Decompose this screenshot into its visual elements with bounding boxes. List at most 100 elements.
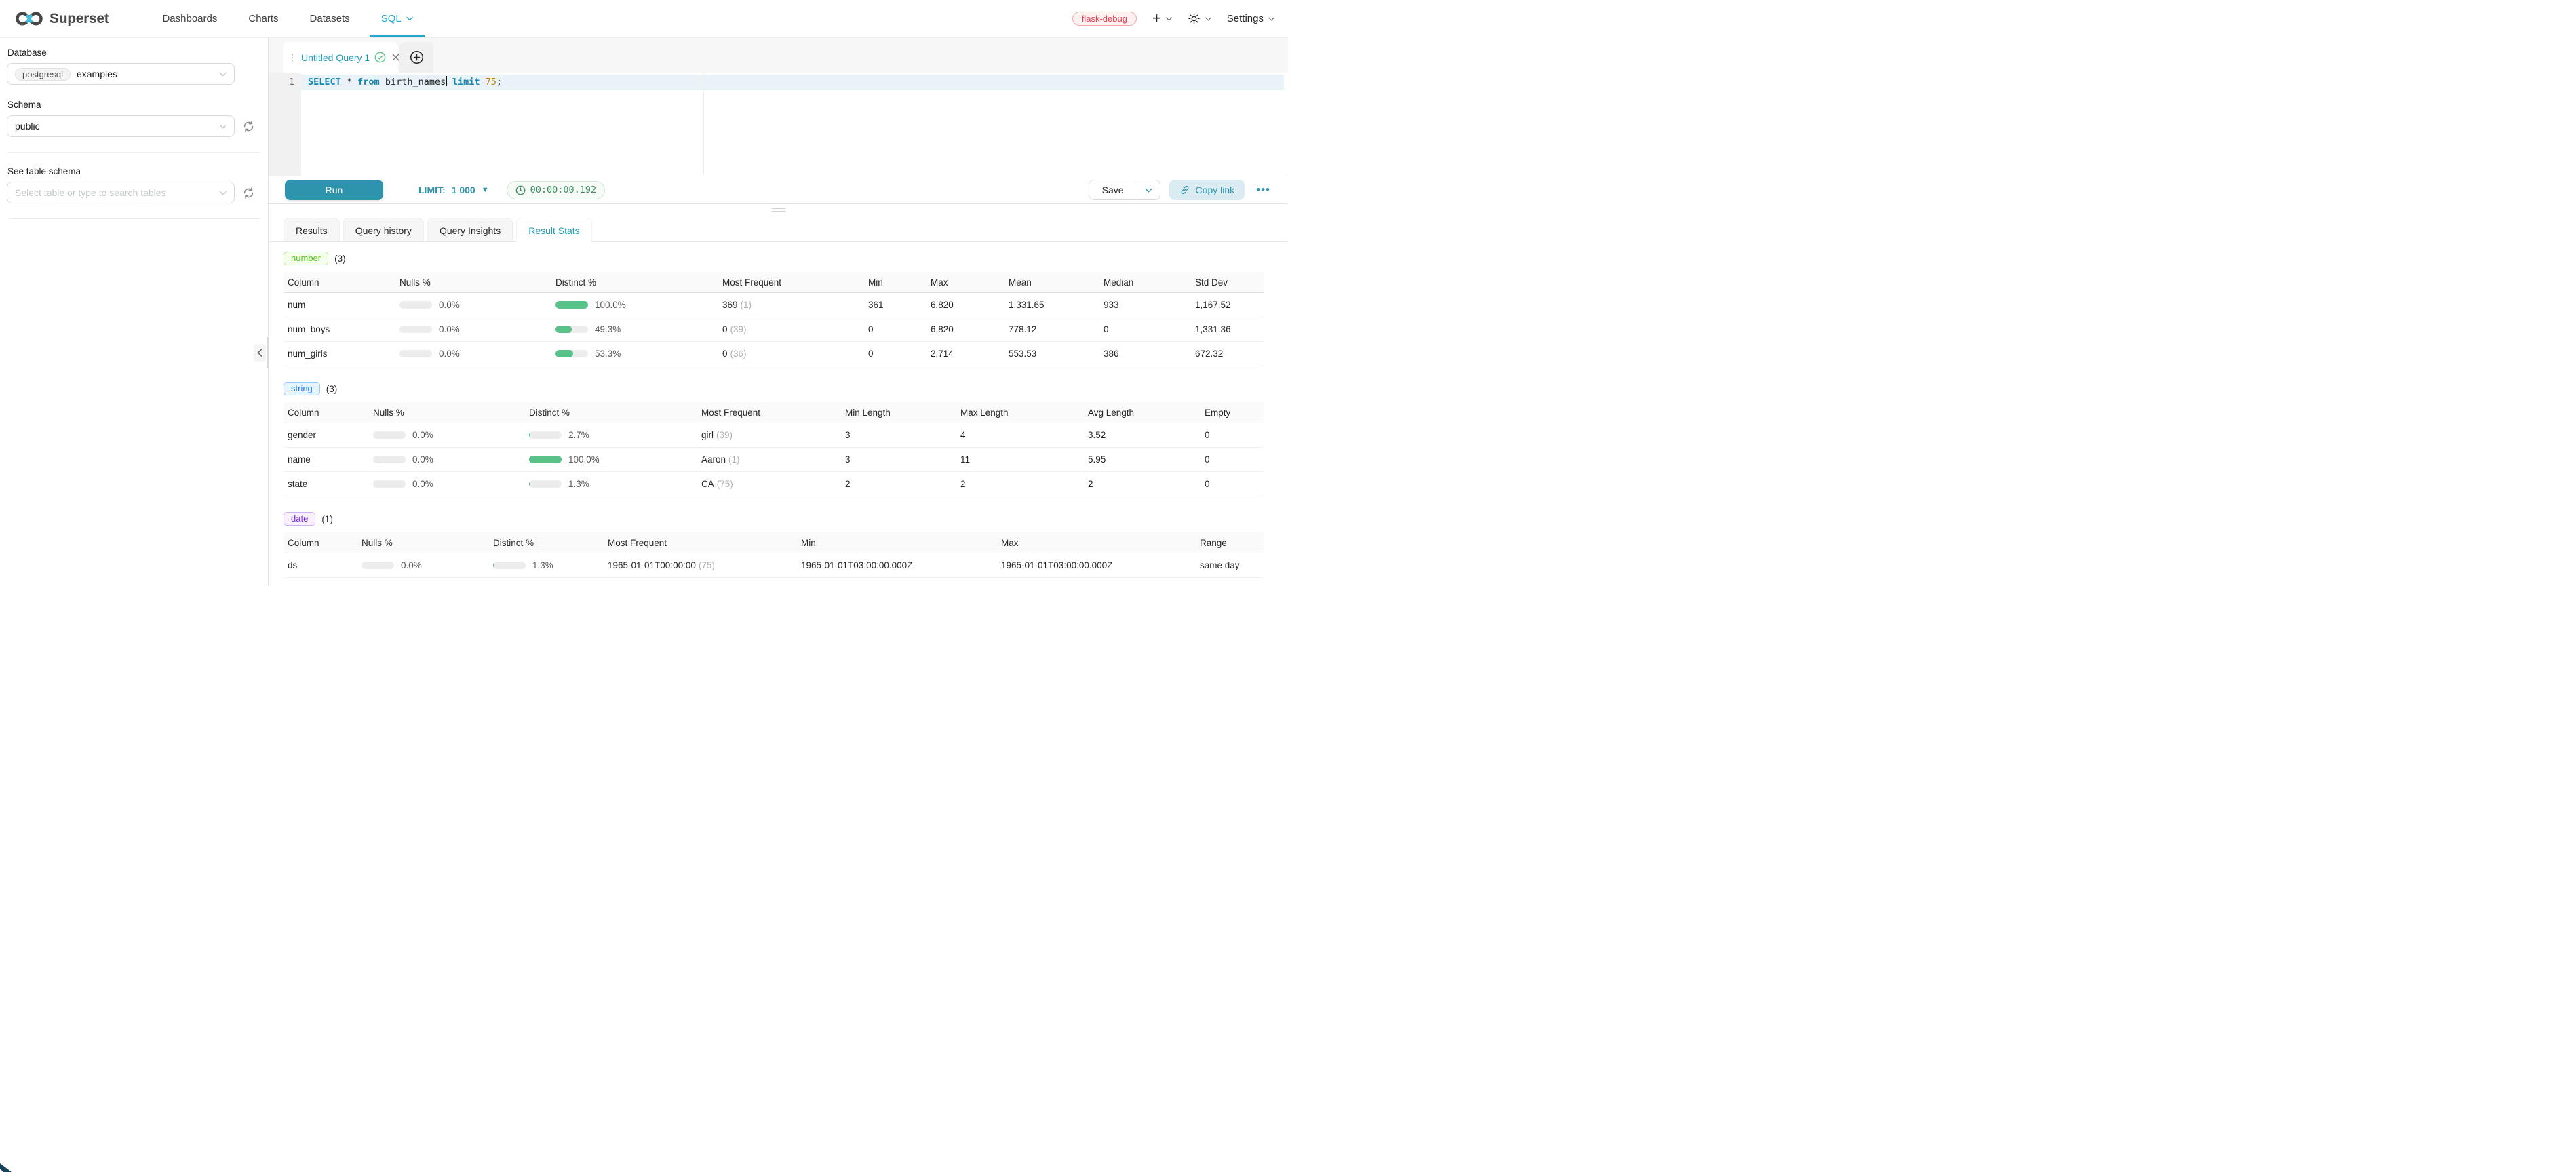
date-stats-table: Column Nulls % Distinct % Most Frequent … <box>284 532 1264 578</box>
grip-line <box>771 211 785 212</box>
save-options-caret[interactable] <box>1137 180 1160 199</box>
table-select-placeholder: Select table or type to search tables <box>15 187 166 198</box>
distinct-bar <box>493 562 526 569</box>
link-icon <box>1179 184 1190 195</box>
freq-count: (75) <box>699 560 715 570</box>
line-number: 1 <box>269 73 301 90</box>
table-select[interactable]: Select table or type to search tables <box>7 182 235 203</box>
copy-link-button[interactable]: Copy link <box>1169 180 1245 200</box>
number-stats-table: Column Nulls % Distinct % Most Frequent … <box>284 272 1264 366</box>
tab-result-stats[interactable]: Result Stats <box>516 218 591 242</box>
type-tag-string: string <box>284 382 320 395</box>
drag-handle-icon[interactable]: ⋮ <box>288 53 296 62</box>
freq-value: 369 <box>722 300 738 310</box>
sql-code-line[interactable]: SELECT * from birth_names limit 75; <box>308 75 502 90</box>
results-tabstrip: Results Query history Query Insights Res… <box>269 218 1288 242</box>
sidebar-divider <box>8 218 260 219</box>
query-success-icon <box>374 52 386 63</box>
sqllab-left-panel: Database postgresql examples Schema publ… <box>0 38 269 586</box>
table-header-row: Column Nulls % Distinct % Most Frequent … <box>284 532 1264 553</box>
refresh-tables-icon[interactable] <box>242 187 255 199</box>
theme-dropdown[interactable] <box>1188 12 1211 25</box>
refresh-schemas-icon[interactable] <box>242 120 255 133</box>
tab-query-insights[interactable]: Query Insights <box>427 218 513 242</box>
plus-icon: + <box>1152 11 1161 26</box>
brand-name: Superset <box>50 11 109 27</box>
pane-resize-handle[interactable] <box>269 204 1288 218</box>
settings-menu[interactable]: Settings <box>1227 13 1274 24</box>
schema-value: public <box>15 121 40 132</box>
table-header-row: Column Nulls % Distinct % Most Frequent … <box>284 402 1264 423</box>
editor-gutter: 1 <box>269 73 301 176</box>
type-count: (3) <box>326 384 338 394</box>
table-row: state 0.0% 1.3% CA(75) 2 2 2 0 <box>284 472 1264 496</box>
chevron-down-icon <box>406 16 413 21</box>
distinct-bar <box>529 480 562 488</box>
freq-count: (75) <box>717 479 733 489</box>
freq-value: girl <box>701 430 714 440</box>
save-button[interactable]: Save <box>1089 180 1137 199</box>
limit-dropdown[interactable]: LIMIT: 1 000 ▼ <box>418 184 489 195</box>
sidebar-divider <box>8 152 260 153</box>
type-count: (3) <box>334 254 346 264</box>
infinity-logo-icon <box>15 9 43 28</box>
database-type-chip: postgresql <box>15 68 71 81</box>
result-stats-panel: number (3) Column Nulls % Distinct % Mos… <box>269 242 1288 586</box>
sun-icon <box>1188 12 1201 25</box>
freq-count: (39) <box>730 324 747 334</box>
distinct-bar <box>529 456 562 463</box>
collapse-sidebar-button[interactable] <box>254 344 266 362</box>
tab-query-history[interactable]: Query history <box>343 218 424 242</box>
table-row: ds 0.0% 1.3% 1965-01-01T00:00:00(75) 196… <box>284 553 1264 578</box>
chevron-down-icon <box>1166 17 1172 21</box>
distinct-bar <box>555 326 588 333</box>
database-select[interactable]: postgresql examples <box>7 63 235 85</box>
table-row: num_girls 0.0% 53.3% 0(36) 0 2,714 553.5… <box>284 342 1264 366</box>
distinct-bar <box>555 350 588 357</box>
query-timer-badge: 00:00:00.192 <box>507 181 606 199</box>
distinct-bar <box>555 301 588 309</box>
chevron-down-icon <box>219 72 227 77</box>
nav-item-charts[interactable]: Charts <box>233 0 294 37</box>
close-tab-icon[interactable] <box>392 54 399 61</box>
nav-item-datasets[interactable]: Datasets <box>294 0 366 37</box>
chevron-down-icon <box>219 191 227 195</box>
freq-value: 0 <box>722 324 728 334</box>
mouse-cursor <box>0 1163 12 1172</box>
column-name: state <box>284 479 369 489</box>
superset-logo[interactable]: Superset <box>15 9 109 28</box>
environment-tag: flask-debug <box>1072 12 1137 26</box>
navbar: Superset Dashboards Charts Datasets SQL … <box>0 0 1288 38</box>
nav-item-dashboards[interactable]: Dashboards <box>147 0 233 37</box>
schema-select[interactable]: public <box>7 115 235 137</box>
database-value: examples <box>77 69 117 79</box>
column-name: ds <box>284 560 357 570</box>
freq-count: (36) <box>730 349 747 359</box>
table-row: name 0.0% 100.0% Aaron(1) 3 11 5.95 0 <box>284 448 1264 472</box>
table-schema-label: See table schema <box>7 166 261 176</box>
column-name: num_boys <box>284 324 395 334</box>
clock-icon <box>515 185 526 195</box>
sql-editor[interactable]: 1 SELECT * from birth_names limit 75; <box>269 73 1288 176</box>
freq-count: (1) <box>728 454 740 465</box>
new-dropdown[interactable]: + <box>1152 12 1172 26</box>
query-tab-title: Untitled Query 1 <box>301 52 370 63</box>
distinct-bar <box>529 431 562 439</box>
main-nav: Dashboards Charts Datasets SQL <box>147 0 428 37</box>
type-count: (1) <box>321 514 333 524</box>
column-name: gender <box>284 430 369 440</box>
tab-results[interactable]: Results <box>284 218 340 242</box>
schema-label: Schema <box>7 100 261 110</box>
query-tab[interactable]: ⋮ Untitled Query 1 <box>283 42 398 73</box>
table-row: num 0.0% 100.0% 369(1) 361 6,820 1,331.6… <box>284 293 1264 317</box>
nulls-bar <box>399 301 432 309</box>
type-tag-date: date <box>284 512 315 526</box>
nulls-bar <box>362 562 394 569</box>
run-button[interactable]: Run <box>285 180 383 200</box>
type-tag-number: number <box>284 252 328 265</box>
add-query-tab-button[interactable] <box>399 42 433 73</box>
nav-item-sql[interactable]: SQL <box>366 0 429 37</box>
more-actions-button[interactable]: ••• <box>1253 183 1273 197</box>
query-tabstrip: ⋮ Untitled Query 1 <box>269 38 1288 73</box>
freq-count: (39) <box>716 430 733 440</box>
